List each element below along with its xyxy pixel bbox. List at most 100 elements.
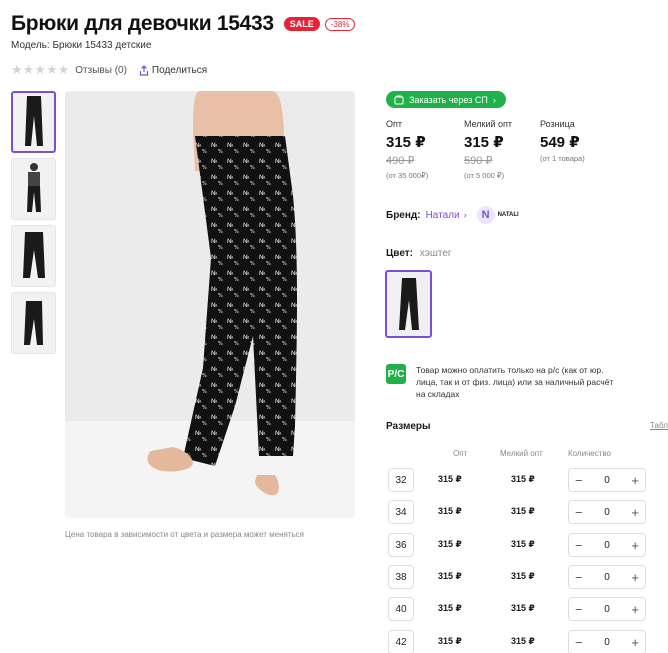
price-note: (от 35 000₽) bbox=[386, 171, 429, 180]
color-row: Цвет: хэштег bbox=[386, 248, 452, 259]
reviews-link[interactable]: Отзывы (0) bbox=[75, 65, 127, 76]
title-row: Брюки для девочки 15433 SALE -38% bbox=[11, 12, 356, 36]
minus-button[interactable]: − bbox=[575, 506, 583, 519]
brand-label: Бренд: bbox=[386, 209, 421, 221]
thumbnail-3[interactable] bbox=[11, 225, 56, 287]
pants-side-thumbnail-image bbox=[18, 295, 49, 351]
price-retail: Розница 549 ₽ (от 1 товара) bbox=[540, 119, 585, 163]
quantity-stepper: − 0 + bbox=[568, 500, 646, 524]
model-thumbnail-image bbox=[18, 161, 49, 217]
thumbnail-1[interactable] bbox=[11, 91, 56, 153]
brand-logo[interactable]: N NATALI bbox=[476, 206, 519, 224]
size-table-link[interactable]: Табл bbox=[650, 421, 668, 430]
quantity-stepper: − 0 + bbox=[568, 630, 646, 653]
size-price-opt: 315 ₽ bbox=[438, 506, 462, 516]
pants-detail-thumbnail-image bbox=[18, 228, 49, 284]
size-row: 40 315 ₽ 315 ₽ − 0 + bbox=[388, 597, 658, 621]
share-button[interactable]: Поделиться bbox=[139, 65, 207, 76]
size-label: 38 bbox=[388, 565, 414, 589]
color-swatch[interactable] bbox=[385, 270, 432, 338]
quantity-value[interactable]: 0 bbox=[604, 507, 610, 518]
thumbnail-2[interactable] bbox=[11, 158, 56, 220]
price-value: 315 ₽ bbox=[464, 134, 504, 151]
sizes-title: Размеры bbox=[386, 421, 431, 432]
minus-button[interactable]: − bbox=[575, 571, 583, 584]
color-value: хэштег bbox=[419, 248, 452, 259]
price-label: Мелкий опт bbox=[464, 119, 513, 129]
column-small-opt: Мелкий опт bbox=[500, 449, 543, 458]
brand-link[interactable]: Натали bbox=[426, 210, 460, 221]
cart-icon bbox=[394, 95, 404, 104]
size-price-opt: 315 ₽ bbox=[438, 474, 462, 484]
column-opt: Опт bbox=[453, 449, 468, 458]
quantity-stepper: − 0 + bbox=[568, 468, 646, 492]
price-old: 590 ₽ bbox=[464, 155, 493, 167]
pants-photo: № % bbox=[65, 91, 355, 518]
payment-text: Товар можно оплатить только на р/с (как … bbox=[416, 365, 614, 399]
price-value: 315 ₽ bbox=[386, 134, 426, 151]
brand-row: Бренд: Натали › N NATALI bbox=[386, 206, 519, 224]
size-price-small: 315 ₽ bbox=[511, 539, 535, 549]
quantity-value[interactable]: 0 bbox=[604, 637, 610, 648]
size-row: 36 315 ₽ 315 ₽ − 0 + bbox=[388, 533, 658, 557]
price-label: Опт bbox=[386, 119, 402, 129]
size-row: 32 315 ₽ 315 ₽ − 0 + bbox=[388, 468, 658, 492]
meta-row: ★★★★★ Отзывы (0) Поделиться bbox=[11, 62, 207, 78]
column-quantity: Количество bbox=[568, 449, 611, 458]
plus-button[interactable]: + bbox=[631, 571, 639, 584]
size-price-opt: 315 ₽ bbox=[438, 636, 462, 646]
quantity-stepper: − 0 + bbox=[568, 597, 646, 621]
size-label: 32 bbox=[388, 468, 414, 492]
size-label: 36 bbox=[388, 533, 414, 557]
rating-stars[interactable]: ★★★★★ bbox=[11, 62, 69, 78]
plus-button[interactable]: + bbox=[631, 603, 639, 616]
plus-button[interactable]: + bbox=[631, 636, 639, 649]
payment-account-icon: P/C bbox=[386, 364, 406, 384]
thumbnail-4[interactable] bbox=[11, 292, 56, 354]
price-old: 490 ₽ bbox=[386, 155, 415, 167]
size-price-small: 315 ₽ bbox=[511, 571, 535, 581]
size-price-small: 315 ₽ bbox=[511, 474, 535, 484]
share-icon bbox=[139, 64, 149, 76]
share-label: Поделиться bbox=[151, 64, 208, 76]
quantity-value[interactable]: 0 bbox=[604, 572, 610, 583]
order-button-label: Заказать через СП bbox=[409, 94, 488, 105]
color-label: Цвет: bbox=[386, 248, 413, 259]
price-note: (от 5 000 ₽) bbox=[464, 171, 505, 180]
size-label: 40 bbox=[388, 597, 414, 621]
price-value: 549 ₽ bbox=[540, 134, 580, 151]
discount-badge: -38% bbox=[324, 17, 356, 31]
pants-swatch-image bbox=[398, 278, 419, 330]
minus-button[interactable]: − bbox=[575, 636, 583, 649]
minus-button[interactable]: − bbox=[575, 474, 583, 487]
minus-button[interactable]: − bbox=[575, 539, 583, 552]
size-row: 42 315 ₽ 315 ₽ − 0 + bbox=[388, 630, 658, 653]
quantity-value[interactable]: 0 bbox=[604, 540, 610, 551]
brand-logo-text: NATALI bbox=[497, 212, 519, 218]
size-row: 34 315 ₽ 315 ₽ − 0 + bbox=[388, 500, 658, 524]
size-label: 42 bbox=[388, 630, 414, 653]
plus-button[interactable]: + bbox=[631, 539, 639, 552]
pants-thumbnail-image bbox=[18, 94, 49, 150]
main-product-image[interactable]: № % bbox=[65, 91, 355, 518]
price-label: Розница bbox=[540, 119, 575, 129]
size-price-opt: 315 ₽ bbox=[438, 539, 462, 549]
price-note: (от 1 товара) bbox=[540, 154, 585, 163]
product-title: Брюки для девочки 15433 bbox=[11, 12, 274, 35]
chevron-right-icon: › bbox=[492, 94, 496, 105]
quantity-value[interactable]: 0 bbox=[604, 475, 610, 486]
price-wholesale: Опт 315 ₽ 490 ₽ (от 35 000₽) bbox=[386, 119, 428, 180]
size-price-small: 315 ₽ bbox=[511, 636, 535, 646]
size-row: 38 315 ₽ 315 ₽ − 0 + bbox=[388, 565, 658, 589]
size-label: 34 bbox=[388, 500, 414, 524]
price-caption: Цена товара в зависимости от цвета и раз… bbox=[65, 530, 305, 539]
plus-button[interactable]: + bbox=[631, 506, 639, 519]
sale-badge: SALE bbox=[283, 17, 320, 31]
minus-button[interactable]: − bbox=[575, 603, 583, 616]
thumbnail-list bbox=[11, 91, 56, 359]
quantity-value[interactable]: 0 bbox=[604, 604, 610, 615]
order-via-sp-button[interactable]: Заказать через СП › bbox=[386, 91, 506, 108]
quantity-stepper: − 0 + bbox=[568, 565, 646, 589]
price-small-wholesale: Мелкий опт 315 ₽ 590 ₽ (от 5 000 ₽) bbox=[464, 119, 512, 180]
plus-button[interactable]: + bbox=[631, 474, 639, 487]
